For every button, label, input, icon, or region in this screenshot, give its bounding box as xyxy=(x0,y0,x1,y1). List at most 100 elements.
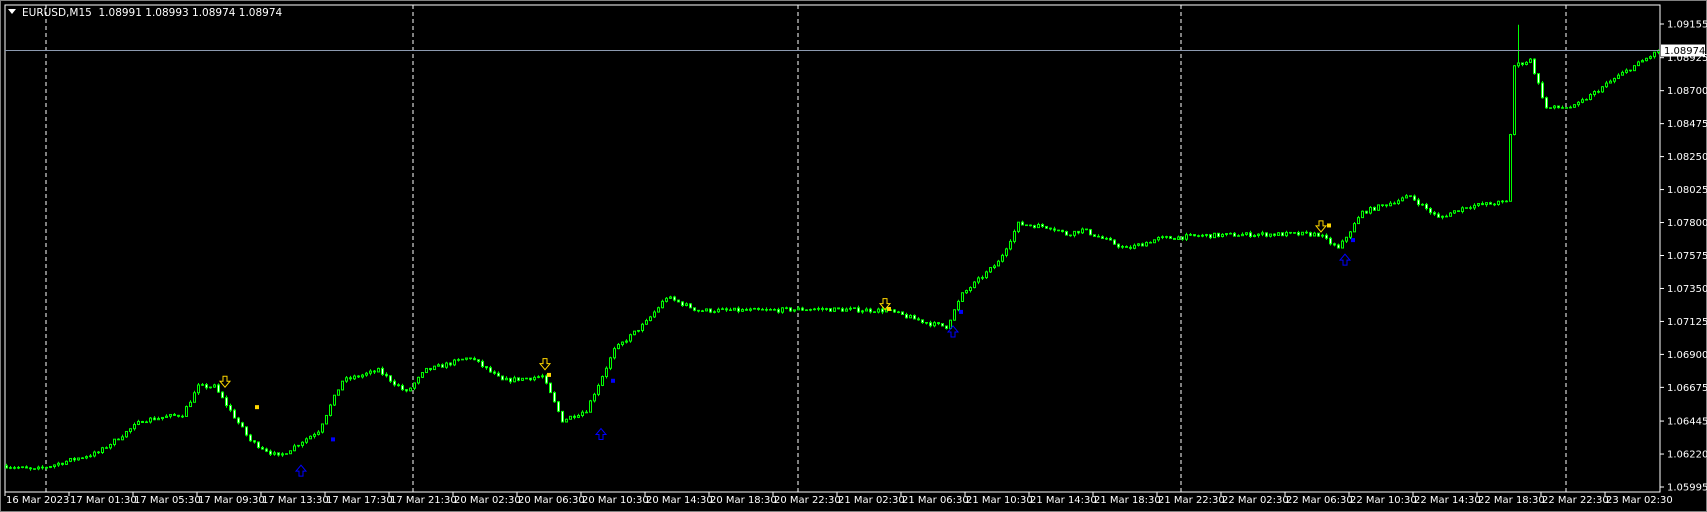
bear-candle xyxy=(217,384,220,393)
bear-candle xyxy=(901,311,904,316)
bear-candle xyxy=(473,357,476,361)
bull-candle xyxy=(377,367,380,373)
bear-candle xyxy=(241,422,244,428)
sell-arrow-icon xyxy=(538,358,552,371)
bull-candle xyxy=(997,260,1000,267)
y-tick-label: 1.06675 xyxy=(1667,383,1707,394)
bull-candle xyxy=(93,451,96,457)
bull-candle xyxy=(333,394,336,406)
bull-candle xyxy=(705,308,708,312)
bear-candle xyxy=(929,322,932,327)
y-tick-label: 1.08700 xyxy=(1667,86,1707,97)
bull-candle xyxy=(1621,71,1624,76)
bull-candle xyxy=(1349,231,1352,238)
bull-candle xyxy=(1137,243,1140,246)
bear-candle xyxy=(1417,199,1420,206)
bear-candle xyxy=(181,415,184,418)
bull-candle xyxy=(1617,74,1620,79)
bull-candle xyxy=(1421,203,1424,206)
bull-candle xyxy=(993,265,996,269)
bull-candle xyxy=(621,341,624,345)
x-tick-label: 21 Mar 18:30 xyxy=(1094,495,1161,506)
bear-candle xyxy=(585,411,588,414)
buy-arrow-icon xyxy=(594,427,608,441)
bear-candle xyxy=(141,420,144,423)
bull-candle xyxy=(973,281,976,289)
bear-candle xyxy=(429,367,432,371)
bull-candle xyxy=(649,316,652,322)
bear-candle xyxy=(237,417,240,424)
bear-candle xyxy=(557,401,560,412)
bull-candle xyxy=(1013,230,1016,242)
bull-candle xyxy=(1081,228,1084,234)
bear-candle xyxy=(1025,224,1028,227)
bear-candle xyxy=(381,367,384,375)
bull-candle xyxy=(1213,232,1216,239)
bull-candle xyxy=(1497,200,1500,206)
bull-candle xyxy=(1229,232,1232,235)
y-tick-label: 1.07800 xyxy=(1667,218,1707,229)
bear-candle xyxy=(737,307,740,312)
x-tick-label: 22 Mar 14:30 xyxy=(1414,495,1481,506)
x-tick-label: 20 Mar 02:30 xyxy=(454,495,521,506)
bear-candle xyxy=(1429,208,1432,214)
bull-candle xyxy=(577,414,580,418)
bull-candle xyxy=(813,308,816,311)
bear-candle xyxy=(1437,213,1440,218)
bull-candle xyxy=(1649,56,1652,59)
bull-candle xyxy=(425,367,428,374)
bear-candle xyxy=(1597,91,1600,93)
bull-candle xyxy=(453,359,456,366)
bull-candle xyxy=(437,364,440,367)
bear-candle xyxy=(501,375,504,381)
bull-candle xyxy=(1465,207,1468,209)
bull-candle xyxy=(953,309,956,321)
bear-candle xyxy=(697,309,700,312)
bear-candle xyxy=(829,308,832,312)
bull-candle xyxy=(897,311,900,314)
bull-candle xyxy=(109,444,112,449)
bull-candle xyxy=(21,466,24,468)
bear-candle xyxy=(777,309,780,313)
bear-candle xyxy=(357,375,360,378)
bear-candle xyxy=(1385,204,1388,207)
y-tick-label: 1.06445 xyxy=(1667,417,1707,428)
bull-candle xyxy=(1613,77,1616,82)
dropdown-triangle-icon[interactable] xyxy=(8,9,16,14)
bear-candle xyxy=(913,314,916,320)
bear-candle xyxy=(1265,232,1268,237)
bull-candle xyxy=(57,462,60,466)
bear-candle xyxy=(1333,243,1336,246)
bear-candle xyxy=(1217,232,1220,238)
bull-candle xyxy=(1477,203,1480,206)
bull-candle xyxy=(313,433,316,437)
bear-candle xyxy=(277,452,280,456)
bull-candle xyxy=(65,460,68,465)
bull-candle xyxy=(1293,232,1296,234)
bull-candle xyxy=(185,406,188,417)
bull-candle xyxy=(569,415,572,420)
bear-candle xyxy=(837,307,840,310)
bear-candle xyxy=(349,377,352,380)
bear-candle xyxy=(561,410,564,423)
bear-candle xyxy=(405,389,408,392)
bear-candle xyxy=(693,307,696,311)
bear-candle xyxy=(801,307,804,311)
bull-candle xyxy=(753,307,756,310)
bull-candle xyxy=(965,290,968,294)
bull-candle xyxy=(981,277,984,279)
bear-candle xyxy=(205,384,208,389)
bear-candle xyxy=(789,307,792,312)
x-tick-label: 22 Mar 22:30 xyxy=(1542,495,1609,506)
bull-candle xyxy=(133,424,136,430)
bear-candle xyxy=(401,385,404,391)
bear-candle xyxy=(1469,207,1472,209)
bull-candle xyxy=(989,267,992,273)
bull-candle xyxy=(1261,232,1264,235)
bull-candle xyxy=(1241,233,1244,237)
bear-candle xyxy=(1113,239,1116,245)
x-tick-label: 21 Mar 06:30 xyxy=(902,495,969,506)
price-chart[interactable]: 1.091551.089251.087001.084751.082501.080… xyxy=(0,0,1707,512)
bear-candle xyxy=(1129,246,1132,249)
bear-candle xyxy=(173,413,176,416)
